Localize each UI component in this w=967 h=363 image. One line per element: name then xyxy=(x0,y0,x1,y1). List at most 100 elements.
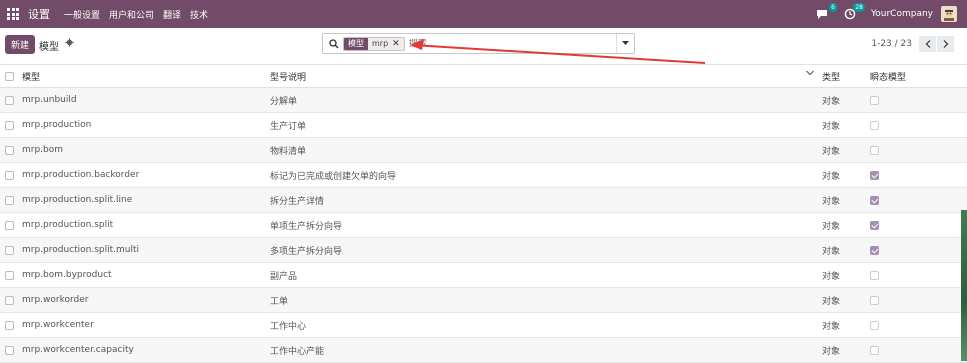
cell-type: 对象 xyxy=(822,96,841,107)
cell-model: mrp.bom xyxy=(22,145,64,155)
cell-description: 分解单 xyxy=(270,96,298,107)
row-select-checkbox[interactable] xyxy=(5,95,14,105)
cell-description: 多项生产拆分向导 xyxy=(270,246,343,257)
row-select-checkbox[interactable] xyxy=(5,195,14,205)
cell-description: 单项生产拆分向导 xyxy=(270,221,343,232)
table-header: 模型 型号说明 类型 瞬态模型 xyxy=(0,64,967,88)
chevron-right-icon xyxy=(943,40,948,48)
list-view: 模型 型号说明 类型 瞬态模型 mrp.unbuild 分解单 对象 mrp.prod… xyxy=(0,64,967,363)
row-select-checkbox[interactable] xyxy=(5,170,14,180)
menu-item-technical[interactable]: 技术 xyxy=(190,8,208,21)
company-switcher[interactable]: YourCompany xyxy=(871,9,933,19)
systray: 6 28 YourCompany xyxy=(815,0,957,28)
gear-icon[interactable] xyxy=(65,38,74,50)
row-select-checkbox[interactable] xyxy=(5,270,14,280)
transient-checkbox xyxy=(870,270,879,280)
cell-type: 对象 xyxy=(822,221,841,232)
transient-checkbox xyxy=(870,345,879,355)
table-row[interactable]: mrp.production.split.line 拆分生产详情 对象 xyxy=(0,188,967,213)
cell-description: 工作中心 xyxy=(270,321,307,332)
apps-menu-icon[interactable] xyxy=(7,8,19,20)
table-row[interactable]: mrp.workorder 工单 对象 xyxy=(0,288,967,313)
search-input[interactable] xyxy=(408,38,599,49)
transient-checkbox xyxy=(870,320,879,330)
column-header-model[interactable]: 模型 xyxy=(22,70,270,83)
cell-model: mrp.production xyxy=(22,120,92,130)
transient-checkbox xyxy=(870,295,879,305)
table-row[interactable]: mrp.workcenter.capacity 工作中心产能 对象 xyxy=(0,338,967,363)
row-select-checkbox[interactable] xyxy=(5,320,14,330)
menu-item-users-companies[interactable]: 用户和公司 xyxy=(109,8,154,21)
menu-item-translations[interactable]: 翻译 xyxy=(163,8,181,21)
main-menu: 一般设置 用户和公司 翻译 技术 xyxy=(64,8,217,21)
select-all-checkbox[interactable] xyxy=(5,71,14,81)
table-row[interactable]: mrp.production 生产订单 对象 xyxy=(0,113,967,138)
table-row[interactable]: mrp.production.backorder 标记为已完成或创建欠单的向导 对象 xyxy=(0,163,967,188)
column-header-description-label: 型号说明 xyxy=(270,72,307,83)
pager-previous-button[interactable] xyxy=(919,36,936,52)
close-icon[interactable]: ✕ xyxy=(392,37,404,50)
cell-type: 对象 xyxy=(822,196,841,207)
cell-type: 对象 xyxy=(822,121,841,132)
table-row[interactable]: mrp.bom.byproduct 副产品 对象 xyxy=(0,263,967,288)
activities-badge: 28 xyxy=(853,3,865,12)
transient-checkbox xyxy=(870,170,879,180)
table-row[interactable]: mrp.production.split 单项生产拆分向导 对象 xyxy=(0,213,967,238)
pager-next-button[interactable] xyxy=(937,36,954,52)
column-header-description[interactable]: 型号说明 xyxy=(270,70,818,83)
cell-model: mrp.workcenter.capacity xyxy=(22,345,134,355)
transient-checkbox xyxy=(870,145,879,155)
messages-badge: 6 xyxy=(829,3,837,12)
cell-description: 标记为已完成或创建欠单的向导 xyxy=(270,171,397,182)
table-row[interactable]: mrp.production.split.multi 多项生产拆分向导 对象 xyxy=(0,238,967,263)
cell-model: mrp.workcenter xyxy=(22,320,94,330)
table-row[interactable]: mrp.bom 物料清单 对象 xyxy=(0,138,967,163)
row-select-checkbox[interactable] xyxy=(5,120,14,130)
pager-value[interactable]: 1-23 / 23 xyxy=(871,39,912,49)
transient-checkbox xyxy=(870,95,879,105)
search-facet[interactable]: 模型 mrp ✕ xyxy=(343,36,405,51)
cell-type: 对象 xyxy=(822,271,841,282)
messages-icon[interactable]: 6 xyxy=(815,3,837,21)
transient-checkbox xyxy=(870,245,879,255)
new-button[interactable]: 新建 xyxy=(5,35,35,54)
column-header-type[interactable]: 类型 xyxy=(818,70,868,83)
row-select-checkbox[interactable] xyxy=(5,245,14,255)
search-options-toggle[interactable] xyxy=(616,34,634,53)
table-body: mrp.unbuild 分解单 对象 mrp.production 生产订单 对象 mrp.… xyxy=(0,88,967,363)
column-header-transient[interactable]: 瞬态模型 xyxy=(868,70,948,83)
transient-checkbox xyxy=(870,120,879,130)
chevron-left-icon xyxy=(925,40,930,48)
cell-type: 对象 xyxy=(822,171,841,182)
cell-model: mrp.workorder xyxy=(22,295,89,305)
menu-item-general-settings[interactable]: 一般设置 xyxy=(64,8,100,21)
transient-checkbox xyxy=(870,220,879,230)
cell-type: 对象 xyxy=(822,321,841,332)
transient-checkbox xyxy=(870,195,879,205)
row-select-checkbox[interactable] xyxy=(5,145,14,155)
row-select-checkbox[interactable] xyxy=(5,345,14,355)
control-panel: 新建 模型 模型 mrp ✕ 1-23 / 23 xyxy=(0,28,967,64)
table-row[interactable]: mrp.workcenter 工作中心 对象 xyxy=(0,313,967,338)
user-avatar[interactable] xyxy=(941,6,957,22)
activities-icon[interactable]: 28 xyxy=(843,3,865,21)
cell-model: mrp.unbuild xyxy=(22,95,77,105)
cell-description: 工作中心产能 xyxy=(270,346,325,357)
cell-description: 副产品 xyxy=(270,271,298,282)
row-select-checkbox[interactable] xyxy=(5,220,14,230)
cell-description: 生产订单 xyxy=(270,121,307,132)
cell-description: 工单 xyxy=(270,296,289,307)
top-navbar: 设置 一般设置 用户和公司 翻译 技术 6 28 YourCompany xyxy=(0,0,967,28)
table-row[interactable]: mrp.unbuild 分解单 对象 xyxy=(0,88,967,113)
cell-model: mrp.bom.byproduct xyxy=(22,270,112,280)
cell-type: 对象 xyxy=(822,246,841,257)
search-bar[interactable]: 模型 mrp ✕ xyxy=(322,33,635,54)
facet-value: mrp xyxy=(368,37,393,50)
app-brand[interactable]: 设置 xyxy=(28,6,50,22)
pager: 1-23 / 23 xyxy=(871,36,954,52)
row-select-checkbox[interactable] xyxy=(5,295,14,305)
caret-down-icon xyxy=(622,39,629,49)
search-icon xyxy=(329,38,339,49)
cell-model: mrp.production.split.line xyxy=(22,195,133,205)
cell-description: 物料清单 xyxy=(270,146,307,157)
